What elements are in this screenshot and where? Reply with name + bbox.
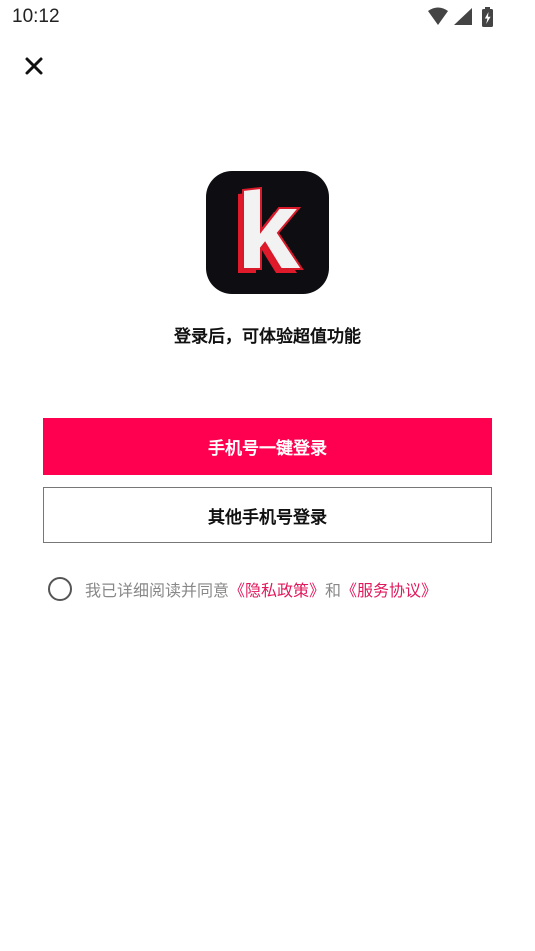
- agreement-prefix: 我已详细阅读并同意: [85, 581, 230, 600]
- other-phone-login-button[interactable]: 其他手机号登录: [43, 487, 492, 543]
- agreement-conjunction: 和: [325, 581, 342, 600]
- privacy-policy-link[interactable]: 《隐私政策》: [229, 577, 325, 601]
- close-icon: [25, 57, 43, 75]
- status-time: 10:12: [12, 6, 60, 27]
- cellular-signal-icon: [454, 8, 472, 25]
- app-logo-k-icon: [238, 186, 304, 273]
- app-logo: [206, 171, 329, 294]
- status-bar: 10:12: [0, 0, 535, 36]
- one-click-login-button[interactable]: 手机号一键登录: [43, 418, 492, 475]
- agreement-row: 我已详细阅读并同意 《隐私政策》 和 《服务协议》: [48, 575, 437, 603]
- service-agreement-link[interactable]: 《服务协议》: [341, 577, 437, 601]
- login-tagline: 登录后，可体验超值功能: [174, 327, 361, 347]
- status-icons: [428, 7, 493, 27]
- wifi-icon: [428, 7, 448, 25]
- battery-charging-icon: [482, 7, 493, 27]
- agreement-radio[interactable]: [48, 577, 72, 601]
- close-button[interactable]: [18, 50, 50, 82]
